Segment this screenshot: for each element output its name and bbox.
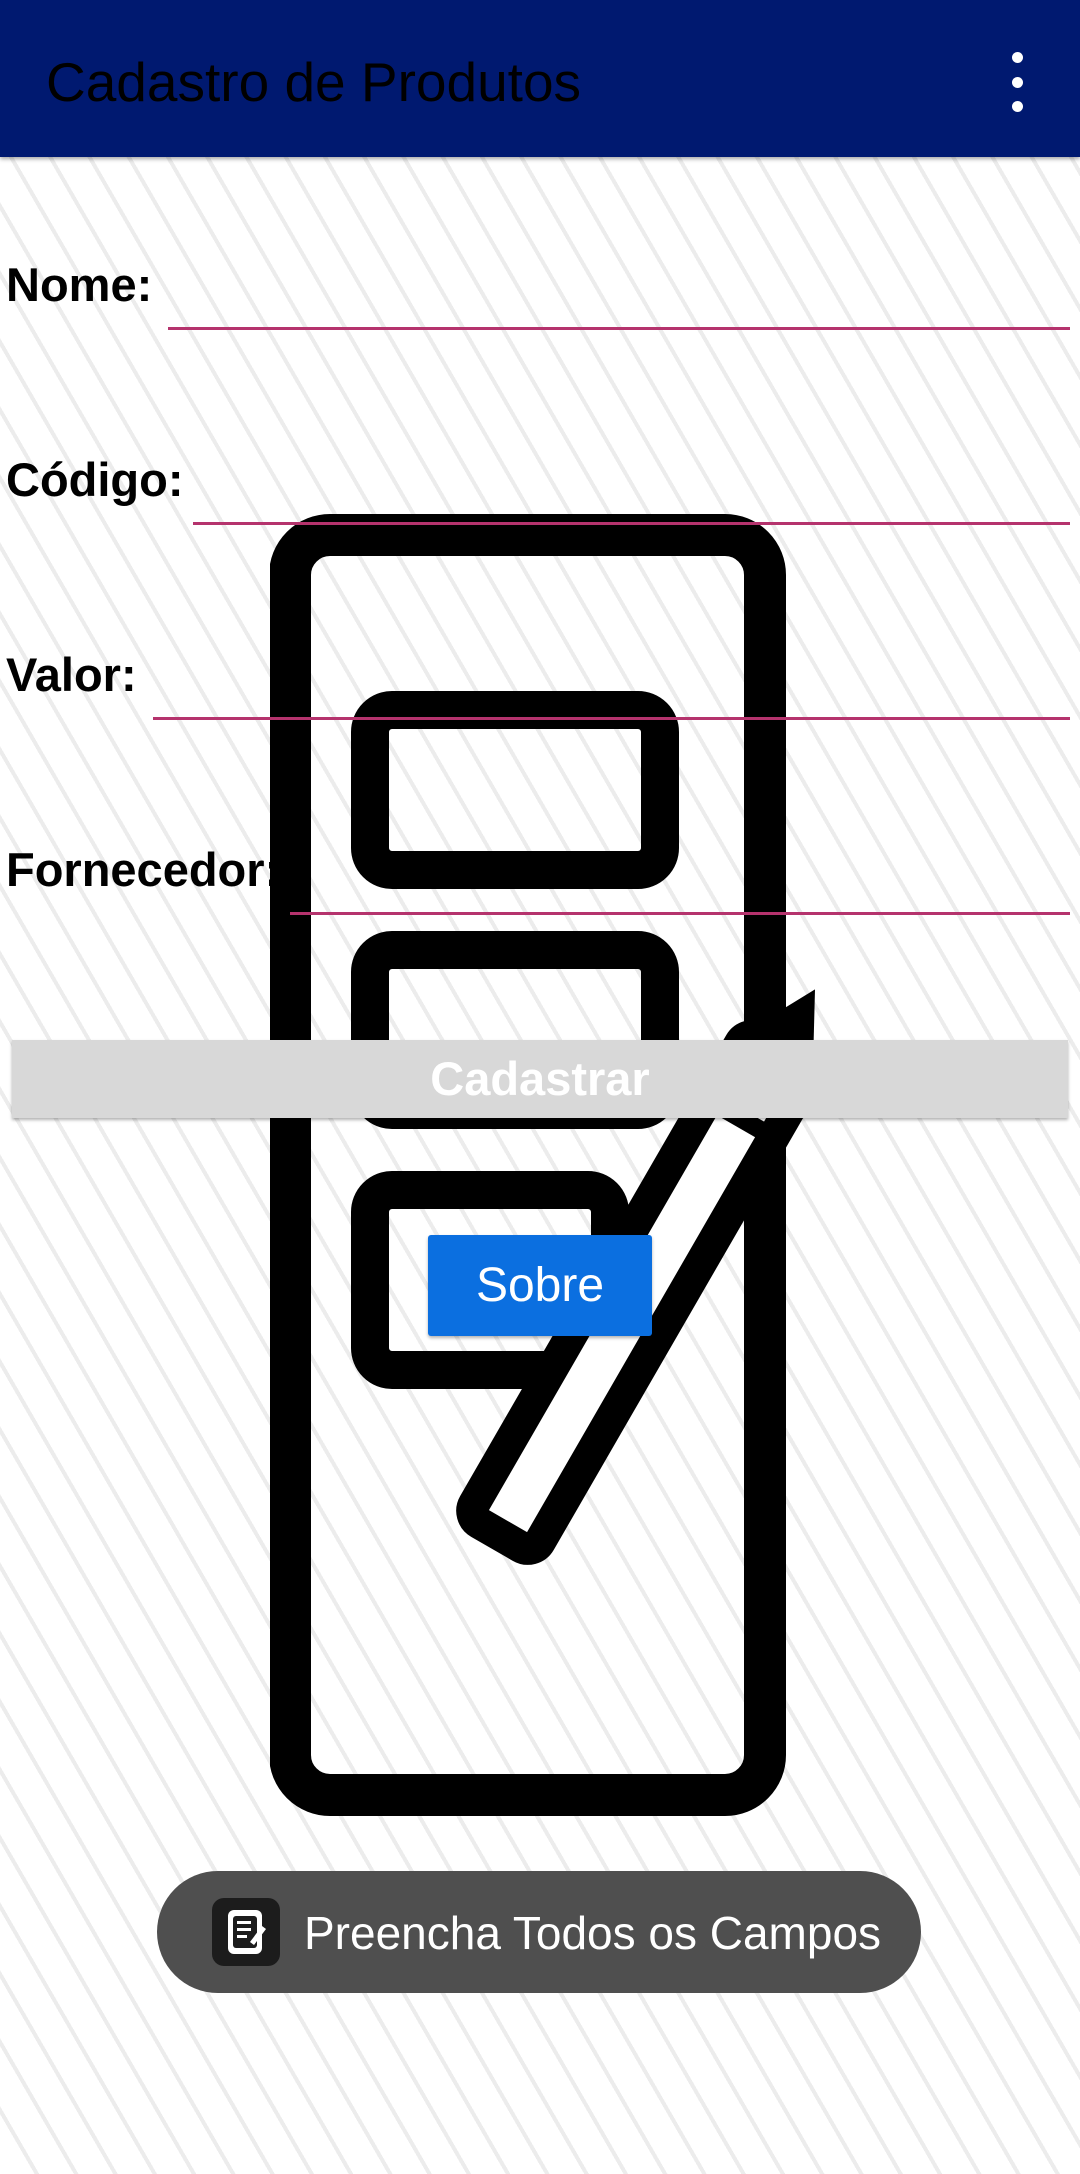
- more-vert-icon[interactable]: [995, 52, 1039, 112]
- nome-input[interactable]: [168, 270, 1070, 330]
- fornecedor-label: Fornecedor:: [6, 843, 281, 896]
- form-app-icon: [212, 1898, 280, 1966]
- fornecedor-input[interactable]: [290, 855, 1070, 915]
- codigo-input[interactable]: [193, 465, 1070, 525]
- toast-text: Preencha Todos os Campos: [304, 1907, 882, 1959]
- nome-label: Nome:: [6, 258, 153, 311]
- valor-input[interactable]: [153, 660, 1070, 720]
- valor-label: Valor:: [6, 648, 137, 701]
- toast-message: Preencha Todos os Campos: [157, 1871, 921, 1993]
- app-title: Cadastro de Produtos: [46, 51, 582, 113]
- app-bar: Cadastro de Produtos: [0, 0, 1080, 157]
- codigo-label: Código:: [6, 453, 184, 506]
- cadastrar-button[interactable]: Cadastrar: [12, 1040, 1068, 1118]
- sobre-button[interactable]: Sobre: [428, 1235, 652, 1336]
